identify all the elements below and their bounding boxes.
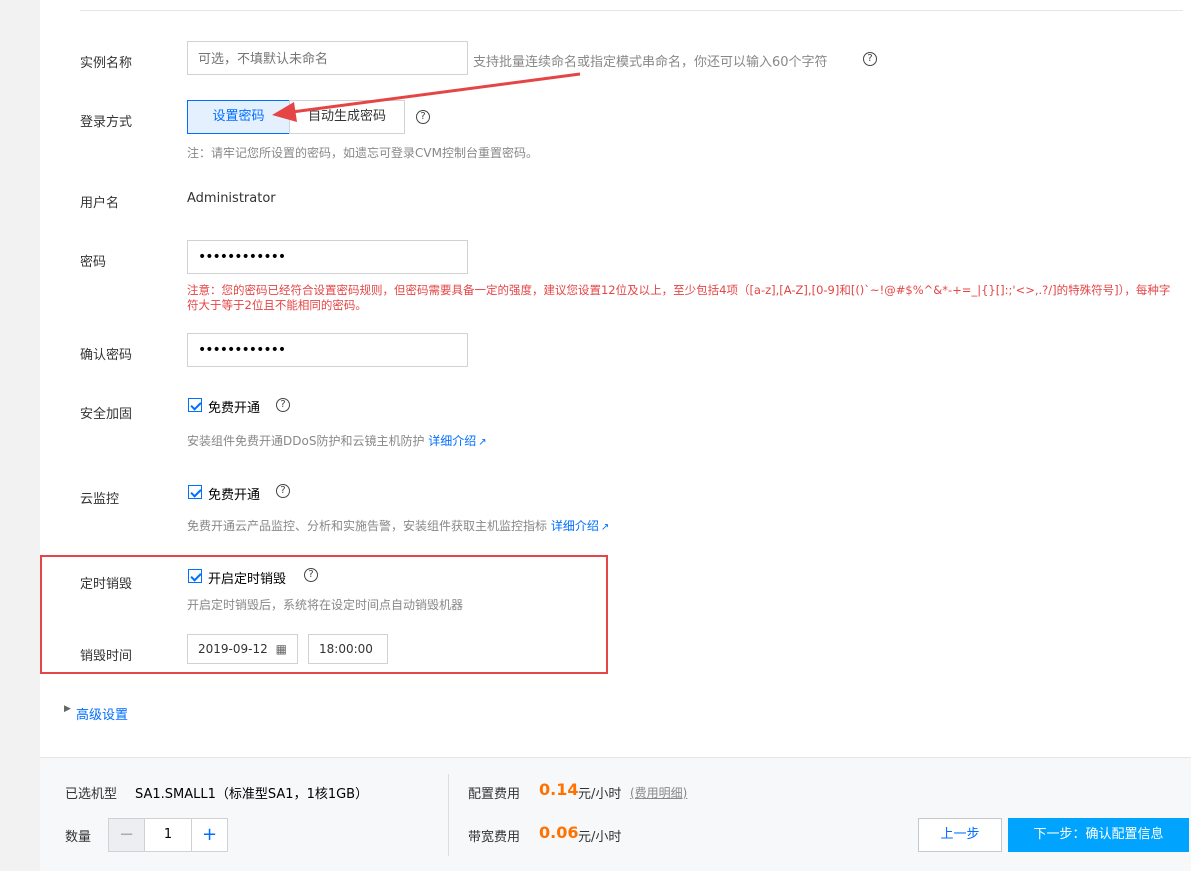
scheduled-destroy-checkbox[interactable] bbox=[188, 569, 202, 583]
monitor-hint-text: 免费开通云产品监控、分析和实施告警，安装组件获取主机监控指标 bbox=[187, 519, 548, 533]
security-hint-text: 安装组件免费开通DDoS防护和云镜主机防护 bbox=[187, 434, 425, 448]
security-detail-link[interactable]: 详细介绍 bbox=[428, 434, 476, 448]
username-value: Administrator bbox=[187, 191, 276, 206]
quantity-value[interactable]: 1 bbox=[145, 819, 191, 851]
monitor-hint: 免费开通云产品监控、分析和实施告警，安装组件获取主机监控指标 详细介绍 ↗ bbox=[187, 517, 609, 534]
login-method-label: 登录方式 bbox=[80, 115, 133, 130]
config-fee-unit: 元/小时 bbox=[578, 787, 622, 802]
confirm-password-input[interactable]: •••••••••••• bbox=[187, 333, 468, 367]
divider bbox=[80, 10, 1183, 11]
external-link-icon: ↗ bbox=[478, 437, 487, 448]
monitor-checkbox[interactable] bbox=[188, 485, 202, 499]
monitor-label: 云监控 bbox=[80, 492, 120, 507]
bandwidth-fee-label: 带宽费用 bbox=[468, 830, 521, 845]
bandwidth-fee-price: 0.06 bbox=[539, 823, 579, 842]
security-checkbox[interactable] bbox=[188, 398, 202, 412]
security-label: 安全加固 bbox=[80, 407, 133, 422]
model-label: 已选机型 bbox=[65, 787, 118, 802]
confirm-password-label: 确认密码 bbox=[80, 348, 133, 363]
model-value: SA1.SMALL1（标准型SA1，1核1GB） bbox=[135, 787, 369, 802]
bandwidth-fee-unit: 元/小时 bbox=[578, 830, 622, 845]
help-icon[interactable]: ? bbox=[276, 398, 290, 412]
config-fee-price: 0.14 bbox=[539, 780, 579, 799]
decrement-button[interactable]: − bbox=[109, 819, 145, 851]
quantity-stepper: − 1 + bbox=[108, 818, 228, 852]
scheduled-destroy-checkbox-label: 开启定时销毁 bbox=[208, 572, 287, 587]
external-link-icon: ↗ bbox=[600, 522, 610, 533]
caret-right-icon: ▶ bbox=[64, 704, 71, 714]
password-input[interactable]: •••••••••••• bbox=[187, 240, 468, 274]
security-checkbox-label: 免费开通 bbox=[208, 401, 261, 416]
scheduled-destroy-hint: 开启定时销毁后，系统将在设定时间点自动销毁机器 bbox=[187, 598, 464, 612]
footer-divider bbox=[448, 774, 449, 856]
config-fee-label: 配置费用 bbox=[468, 787, 521, 802]
annotation-arrow bbox=[272, 72, 581, 122]
monitor-checkbox-label: 免费开通 bbox=[208, 488, 261, 503]
increment-button[interactable]: + bbox=[191, 819, 227, 851]
destroy-date-value: 2019-09-12 bbox=[198, 642, 268, 656]
instance-name-label: 实例名称 bbox=[80, 56, 133, 71]
destroy-date-picker[interactable]: 2019-09-12 ▦ bbox=[187, 634, 298, 664]
calendar-icon: ▦ bbox=[275, 642, 287, 656]
password-strength-warning: 注意：您的密码已经符合设置密码规则，但密码需要具备一定的强度，建议您设置12位及… bbox=[187, 283, 1171, 312]
help-icon[interactable]: ? bbox=[863, 52, 877, 66]
instance-name-hint: 支持批量连续命名或指定模式串命名，你还可以输入60个字符 bbox=[473, 55, 828, 70]
quantity-label: 数量 bbox=[65, 830, 92, 845]
security-hint: 安装组件免费开通DDoS防护和云镜主机防护 详细介绍 ↗ bbox=[187, 432, 487, 449]
monitor-detail-link[interactable]: 详细介绍 bbox=[551, 519, 599, 533]
password-label: 密码 bbox=[80, 255, 107, 270]
help-icon[interactable]: ? bbox=[276, 484, 290, 498]
help-icon[interactable]: ? bbox=[304, 568, 318, 582]
fee-detail-link[interactable]: (费用明细) bbox=[630, 784, 687, 801]
scheduled-destroy-label: 定时销毁 bbox=[80, 577, 133, 592]
next-step-button[interactable]: 下一步：确认配置信息 bbox=[1008, 818, 1189, 852]
destroy-time-label: 销毁时间 bbox=[80, 649, 133, 664]
advanced-settings-toggle[interactable]: 高级设置 bbox=[76, 704, 128, 723]
username-label: 用户名 bbox=[80, 196, 120, 211]
login-note: 注：请牢记您所设置的密码，如遗忘可登录CVM控制台重置密码。 bbox=[187, 146, 538, 160]
destroy-time-input[interactable]: 18:00:00 bbox=[308, 634, 388, 664]
order-footer: 已选机型 SA1.SMALL1（标准型SA1，1核1GB） 数量 − 1 + 配… bbox=[40, 757, 1191, 871]
previous-step-button[interactable]: 上一步 bbox=[918, 818, 1002, 852]
